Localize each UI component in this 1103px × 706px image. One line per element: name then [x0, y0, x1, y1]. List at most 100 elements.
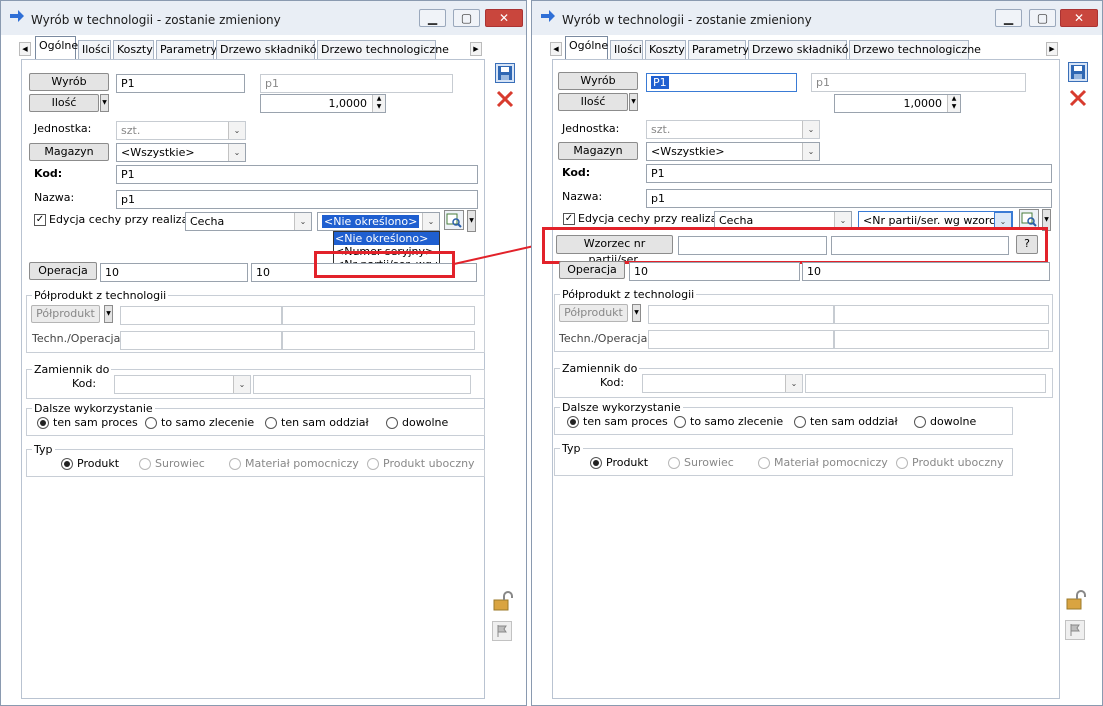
radio-dowolne[interactable] [914, 416, 926, 428]
radio-label: dowolne [930, 415, 977, 428]
polprodukt-field-2 [834, 305, 1049, 324]
dropdown-option[interactable]: <Nie określono> [334, 232, 439, 245]
chevron-down-icon: ⌄ [228, 122, 245, 139]
tab-scroll-right-icon[interactable]: ▶ [470, 42, 482, 56]
radio-ten-sam-proces[interactable] [37, 417, 49, 429]
magazyn-button[interactable]: Magazyn [29, 143, 109, 161]
save-icon[interactable] [495, 63, 515, 83]
close-button[interactable]: ✕ [1060, 9, 1098, 27]
close-button[interactable]: ✕ [485, 9, 523, 27]
typ-group-title: Typ [560, 442, 583, 455]
operacja-field-1[interactable]: 10 [100, 263, 248, 282]
title-bar: Wyrób w technologii - zostanie zmieniony… [532, 1, 1102, 35]
tab-drzewo-skladnikow[interactable]: Drzewo składników [216, 40, 325, 59]
wyrob-button[interactable]: Wyrób [29, 73, 109, 91]
ilosc-button[interactable]: Ilość [29, 94, 99, 112]
highlight-box [542, 227, 1048, 264]
minimize-button[interactable]: ▁ [995, 9, 1022, 27]
search-icon[interactable] [1019, 209, 1039, 229]
minimize-button[interactable]: ▁ [419, 9, 446, 27]
maximize-button[interactable]: ▢ [453, 9, 480, 27]
left-window: Wyrób w technologii - zostanie zmieniony… [0, 0, 527, 706]
tab-drzewo-technologiczne[interactable]: Drzewo technologiczne [849, 40, 981, 59]
ilosc-button[interactable]: Ilość [558, 93, 628, 111]
magazyn-select[interactable]: <Wszystkie> ⌄ [646, 142, 820, 161]
radio-to-samo-zlecenie[interactable] [145, 417, 157, 429]
cancel-icon[interactable] [1068, 88, 1088, 108]
spinner-icon[interactable]: ▲ ▼ [372, 95, 385, 112]
tab-ogolne[interactable]: Ogólne [35, 36, 78, 60]
cancel-icon[interactable] [495, 89, 515, 109]
polprodukt-group-title: Półprodukt z technologii [560, 288, 697, 301]
operacja-field-2[interactable]: 10 [802, 262, 1050, 281]
radio-dowolne[interactable] [386, 417, 398, 429]
radio-ten-sam-proces[interactable] [567, 416, 579, 428]
ilosc-dropdown-icon[interactable]: ▼ [629, 93, 638, 111]
polprodukt-field-2 [282, 306, 475, 325]
polprodukt-field-1 [648, 305, 834, 324]
polprodukt-dropdown-icon: ▼ [632, 304, 641, 322]
tab-ogolne[interactable]: Ogólne [565, 36, 608, 60]
kod-field[interactable]: P1 [646, 164, 1052, 183]
wyrob-code-field[interactable]: P1 [646, 73, 797, 92]
wyrob-code-field[interactable]: P1 [116, 74, 245, 93]
tab-scroll-left-icon[interactable]: ◀ [19, 42, 31, 56]
ilosc-field[interactable]: 1,0000 ▲ ▼ [260, 94, 386, 113]
chevron-down-icon[interactable]: ⌄ [802, 143, 819, 160]
radio-label: ten sam proces [583, 415, 668, 428]
window-title: Wyrób w technologii - zostanie zmieniony [31, 13, 281, 27]
tab-koszty[interactable]: Koszty [645, 40, 686, 59]
edycja-checkbox[interactable]: ✓ [563, 213, 575, 225]
edycja-checkbox[interactable]: ✓ [34, 214, 46, 226]
operacja-button[interactable]: Operacja [29, 262, 97, 280]
okreslono-select[interactable]: <Nie określono> ⌄ [317, 212, 440, 231]
radio-material-pomocniczy [758, 457, 770, 469]
maximize-button[interactable]: ▢ [1029, 9, 1056, 27]
tab-drzewo-skladnikow[interactable]: Drzewo składników [748, 40, 857, 59]
chevron-down-icon[interactable]: ⌄ [228, 144, 245, 161]
tab-ilosci[interactable]: Ilości [610, 40, 643, 59]
nazwa-field[interactable]: p1 [646, 189, 1052, 208]
radio-ten-sam-oddzial[interactable] [265, 417, 277, 429]
tab-scroll-left-icon[interactable]: ◀ [550, 42, 562, 56]
spinner-icon[interactable]: ▲ ▼ [947, 95, 960, 112]
tab-drzewo-technologiczne[interactable]: Drzewo technologiczne [317, 40, 449, 59]
options-dropdown-icon[interactable]: ▼ [467, 210, 476, 232]
title-bar: Wyrób w technologii - zostanie zmieniony… [1, 1, 526, 35]
wyrob-button[interactable]: Wyrób [558, 72, 638, 90]
flag-icon[interactable] [492, 621, 512, 641]
chevron-down-icon[interactable]: ⌄ [294, 213, 311, 230]
magazyn-button[interactable]: Magazyn [558, 142, 638, 160]
save-icon[interactable] [1068, 62, 1088, 82]
unlock-icon[interactable] [492, 591, 513, 611]
ilosc-dropdown-icon[interactable]: ▼ [100, 94, 109, 112]
window-title: Wyrób w technologii - zostanie zmieniony [562, 13, 812, 27]
radio-label: Materiał pomocniczy [245, 457, 359, 470]
operacja-field-1[interactable]: 10 [629, 262, 800, 281]
radio-to-samo-zlecenie[interactable] [674, 416, 686, 428]
tab-koszty[interactable]: Koszty [113, 40, 154, 59]
tab-ilosci[interactable]: Ilości [78, 40, 111, 59]
flag-icon[interactable] [1065, 620, 1085, 640]
tab-parametry[interactable]: Parametry [688, 40, 749, 59]
zamiennik-field [805, 374, 1046, 393]
chevron-down-icon[interactable]: ⌄ [422, 213, 439, 230]
operacja-button[interactable]: Operacja [559, 261, 625, 279]
radio-surowiec [668, 457, 680, 469]
search-icon[interactable] [444, 210, 464, 230]
zamiennik-group-title: Zamiennik do [560, 362, 640, 375]
techn-field-1 [648, 330, 834, 349]
cecha-select[interactable]: Cecha ⌄ [185, 212, 312, 231]
tab-scroll-right-icon[interactable]: ▶ [1046, 42, 1058, 56]
techn-field-1 [120, 331, 282, 350]
ilosc-field[interactable]: 1,0000 ▲ ▼ [834, 94, 961, 113]
nazwa-field[interactable]: p1 [116, 190, 478, 209]
tab-parametry[interactable]: Parametry [156, 40, 217, 59]
kod-field[interactable]: P1 [116, 165, 478, 184]
radio-label: to samo zlecenie [161, 416, 255, 429]
radio-produkt[interactable] [61, 458, 73, 470]
unlock-icon[interactable] [1065, 590, 1086, 610]
radio-produkt[interactable] [590, 457, 602, 469]
radio-ten-sam-oddzial[interactable] [794, 416, 806, 428]
magazyn-select[interactable]: <Wszystkie> ⌄ [116, 143, 246, 162]
